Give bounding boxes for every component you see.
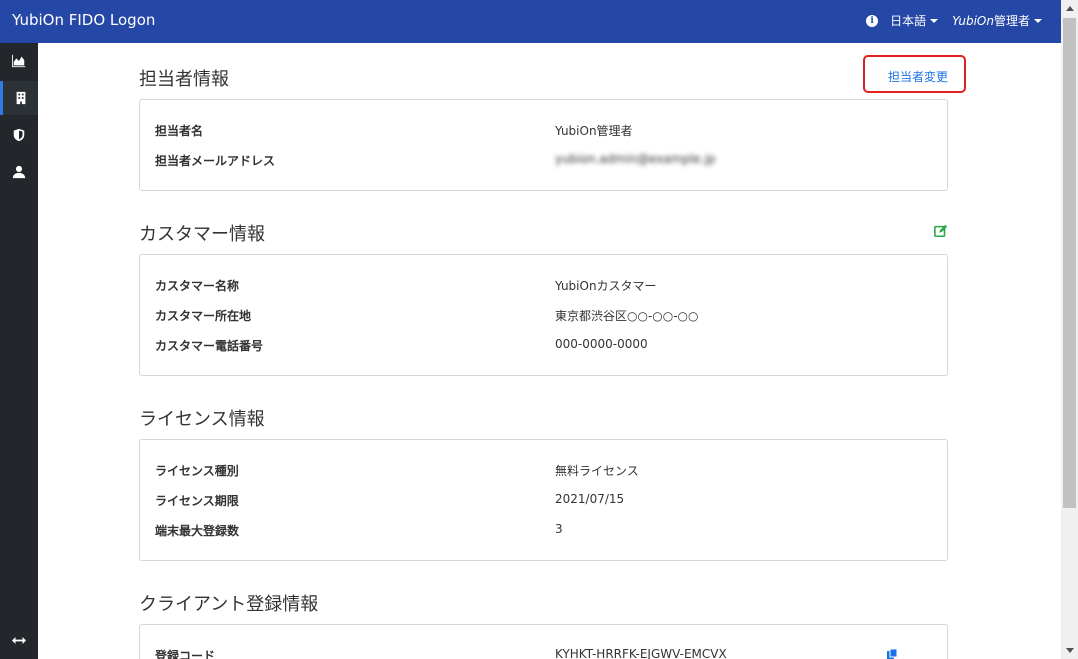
row-value: YubiOn管理者 bbox=[555, 124, 633, 138]
caret-down-icon bbox=[1034, 19, 1042, 23]
customer-row-phone: カスタマー電話番号 000-0000-0000 bbox=[155, 337, 935, 357]
row-value: KYHKT-HRRFK-EJGWV-EMCVX bbox=[555, 647, 727, 659]
row-value: 2021/07/15 bbox=[555, 492, 625, 506]
sidebar bbox=[0, 43, 38, 659]
customer-row-name: カスタマー名称 YubiOnカスタマー bbox=[155, 277, 935, 297]
navbar-right: i 日本語 YubiOn管理者 bbox=[866, 12, 1042, 29]
shield-icon bbox=[13, 128, 25, 142]
row-label: カスタマー所在地 bbox=[155, 309, 252, 323]
vertical-scrollbar[interactable] bbox=[1061, 0, 1078, 659]
row-label: 登録コード bbox=[155, 649, 216, 659]
customer-card: カスタマー名称 YubiOnカスタマー カスタマー所在地 東京都渋谷区○○-○○… bbox=[139, 254, 948, 376]
row-label: 端末最大登録数 bbox=[155, 524, 240, 538]
user-name-italic: YubiOn bbox=[952, 14, 994, 28]
user-dropdown[interactable]: YubiOn管理者 bbox=[952, 12, 1042, 29]
contact-row-name: 担当者名 YubiOn管理者 bbox=[155, 122, 935, 142]
sidebar-item-security[interactable] bbox=[0, 118, 38, 152]
language-dropdown[interactable]: 日本語 bbox=[890, 12, 939, 29]
edit-icon[interactable] bbox=[934, 224, 948, 238]
user-icon bbox=[12, 165, 26, 179]
license-row-type: ライセンス種別 無料ライセンス bbox=[155, 462, 935, 482]
row-value-redacted: yubion.admin@example.jp bbox=[555, 152, 716, 166]
language-label: 日本語 bbox=[890, 14, 927, 28]
row-label: カスタマー名称 bbox=[155, 279, 240, 293]
license-row-max-devices: 端末最大登録数 3 bbox=[155, 522, 935, 542]
sidebar-item-users[interactable] bbox=[0, 155, 38, 189]
client-card: 登録コード KYHKT-HRRFK-EJGWV-EMCVX bbox=[139, 624, 948, 659]
customer-row-address: カスタマー所在地 東京都渋谷区○○-○○-○○ bbox=[155, 307, 935, 327]
scroll-thumb[interactable] bbox=[1063, 18, 1076, 508]
brand-title[interactable]: YubiOn FIDO Logon bbox=[12, 11, 155, 29]
client-row-code: 登録コード KYHKT-HRRFK-EJGWV-EMCVX bbox=[155, 647, 935, 659]
row-label: ライセンス種別 bbox=[155, 464, 239, 478]
row-label: ライセンス期限 bbox=[155, 494, 239, 508]
user-name-rest: 管理者 bbox=[993, 14, 1030, 28]
info-icon[interactable]: i bbox=[866, 14, 879, 27]
row-label: 担当者名 bbox=[155, 124, 204, 138]
contact-section-title: 担当者情報 bbox=[139, 69, 229, 90]
scroll-up-arrow-icon[interactable] bbox=[1066, 6, 1074, 11]
area-chart-icon bbox=[12, 54, 26, 68]
customer-section-title: カスタマー情報 bbox=[139, 224, 265, 245]
row-value: 000-0000-0000 bbox=[555, 337, 648, 351]
row-label: カスタマー電話番号 bbox=[155, 339, 264, 353]
license-card: ライセンス種別 無料ライセンス ライセンス期限 2021/07/15 端末最大登… bbox=[139, 439, 948, 561]
row-value: 東京都渋谷区○○-○○-○○ bbox=[555, 309, 699, 323]
scroll-down-arrow-icon[interactable] bbox=[1066, 648, 1074, 653]
change-contact-highlight: 担当者変更 bbox=[863, 55, 966, 93]
row-label: 担当者メールアドレス bbox=[155, 154, 276, 168]
contact-row-email: 担当者メールアドレス yubion.admin@example.jp bbox=[155, 152, 935, 172]
building-icon bbox=[16, 91, 25, 105]
change-contact-link[interactable]: 担当者変更 bbox=[888, 68, 948, 85]
top-navbar: YubiOn FIDO Logon i 日本語 YubiOn管理者 bbox=[0, 0, 1078, 43]
row-value: 無料ライセンス bbox=[555, 464, 639, 478]
sidebar-item-dashboard[interactable] bbox=[0, 44, 38, 78]
license-section-title: ライセンス情報 bbox=[139, 409, 265, 430]
license-row-expiry: ライセンス期限 2021/07/15 bbox=[155, 492, 935, 512]
row-value: YubiOnカスタマー bbox=[555, 279, 657, 293]
copy-icon[interactable] bbox=[886, 649, 898, 659]
sidebar-item-organization[interactable] bbox=[0, 81, 38, 115]
expand-arrows-icon bbox=[12, 636, 26, 644]
contact-card: 担当者名 YubiOn管理者 担当者メールアドレス yubion.admin@e… bbox=[139, 99, 948, 191]
caret-down-icon bbox=[930, 19, 939, 23]
client-section-title: クライアント登録情報 bbox=[139, 594, 319, 615]
sidebar-toggle[interactable] bbox=[0, 627, 38, 653]
row-value: 3 bbox=[555, 522, 563, 536]
